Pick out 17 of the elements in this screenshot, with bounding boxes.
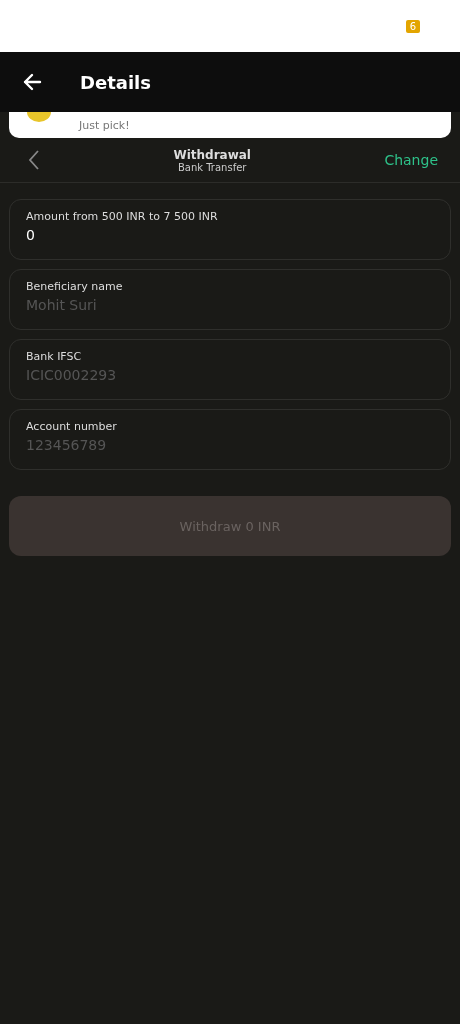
input-field[interactable]: Mohit Suri xyxy=(26,297,434,313)
input-field[interactable]: 123456789 xyxy=(26,437,434,453)
change-link[interactable]: Change xyxy=(384,152,438,168)
field-label: Account number xyxy=(26,420,118,433)
input-field[interactable]: ICIC0002293 xyxy=(26,367,434,383)
method-title: Withdrawal xyxy=(173,147,251,162)
toast-text: Just pick! xyxy=(79,118,130,132)
notification-badge: 6 xyxy=(405,19,420,33)
field-label: Beneficiary name xyxy=(26,280,124,293)
chevron-left-icon[interactable] xyxy=(28,149,40,171)
coin-icon xyxy=(27,112,51,122)
page-title: Details xyxy=(80,71,151,93)
method-subtitle: Bank Transfer xyxy=(177,161,247,173)
field-label: Amount from 500 INR to 7 500 INR xyxy=(26,210,219,223)
back-arrow-icon[interactable] xyxy=(22,72,42,92)
field-label: Bank IFSC xyxy=(26,350,83,363)
input-field[interactable]: 0 xyxy=(26,227,434,243)
